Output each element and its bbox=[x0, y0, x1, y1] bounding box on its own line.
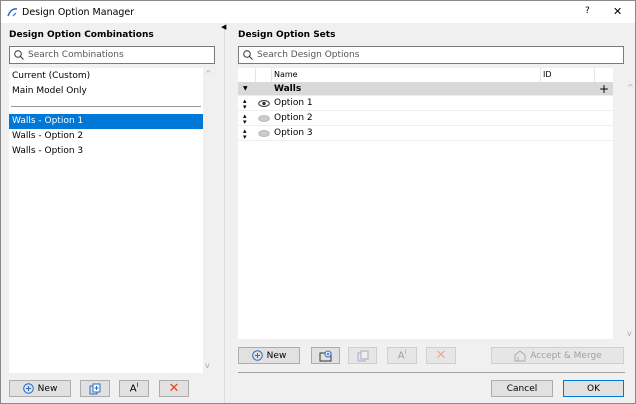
delete-button[interactable]: ✕ bbox=[426, 347, 456, 364]
rename-button[interactable]: AI bbox=[119, 380, 149, 397]
scroll-up-icon[interactable]: ^ bbox=[627, 83, 634, 92]
panel-splitter[interactable] bbox=[224, 23, 225, 403]
new-set-button[interactable] bbox=[311, 347, 340, 364]
cancel-button[interactable]: Cancel bbox=[491, 380, 553, 397]
new-combination-button[interactable]: New bbox=[9, 380, 71, 397]
eye-hidden-icon[interactable] bbox=[258, 115, 270, 122]
plus-circle-icon bbox=[22, 383, 34, 394]
option-row[interactable]: ▴ ▾ Option 2 bbox=[238, 111, 613, 126]
window-title: Design Option Manager bbox=[22, 6, 135, 18]
close-button[interactable]: ✕ bbox=[613, 5, 622, 18]
rename-icon: AI bbox=[397, 349, 407, 362]
combinations-list[interactable]: Current (Custom) Main Model Only Walls -… bbox=[9, 68, 203, 373]
option-sets-table[interactable]: Name ID ▼ Walls + ▴ ▾ Option 1 ▴ ▾ Option … bbox=[238, 68, 613, 339]
list-item-selected[interactable]: Walls - Option 1 bbox=[9, 114, 203, 129]
delete-icon: ✕ bbox=[435, 348, 447, 363]
divider bbox=[11, 106, 201, 107]
search-icon bbox=[14, 50, 24, 60]
combinations-heading: Design Option Combinations bbox=[9, 30, 154, 40]
option-sets-heading: Design Option Sets bbox=[238, 30, 336, 40]
search-design-options-input[interactable]: Search Design Options bbox=[238, 46, 624, 64]
ok-button[interactable]: OK bbox=[563, 380, 624, 397]
duplicate-icon bbox=[357, 350, 368, 361]
title-bar: Design Option Manager ? ✕ bbox=[1, 1, 635, 23]
duplicate-icon bbox=[89, 383, 101, 394]
list-item[interactable]: Current (Custom) bbox=[9, 69, 203, 84]
delete-icon: ✕ bbox=[168, 381, 180, 396]
column-id[interactable]: ID bbox=[543, 68, 552, 82]
list-item[interactable]: Walls - Option 2 bbox=[9, 129, 203, 144]
divider bbox=[238, 372, 625, 373]
dialog-window: Design Option Manager ? ✕ Design Option … bbox=[0, 0, 636, 404]
collapse-arrow-icon[interactable]: ◀ bbox=[221, 23, 226, 31]
option-set-row[interactable]: ▼ Walls + bbox=[238, 82, 613, 96]
add-option-icon[interactable]: + bbox=[599, 82, 609, 96]
new-option-button[interactable]: New bbox=[238, 347, 300, 364]
scroll-down-icon[interactable]: v bbox=[205, 361, 210, 370]
delete-button[interactable]: ✕ bbox=[159, 380, 189, 397]
merge-icon bbox=[514, 349, 526, 361]
help-button[interactable]: ? bbox=[585, 6, 590, 16]
rename-button[interactable]: AI bbox=[387, 347, 417, 364]
column-name[interactable]: Name bbox=[274, 68, 298, 82]
eye-visible-icon[interactable] bbox=[258, 100, 270, 107]
duplicate-button[interactable] bbox=[80, 380, 110, 397]
eye-hidden-icon[interactable] bbox=[258, 130, 270, 137]
search-combinations-input[interactable]: Search Combinations bbox=[9, 46, 215, 64]
list-item[interactable]: Walls - Option 3 bbox=[9, 144, 203, 159]
scroll-down-icon[interactable]: v bbox=[627, 329, 632, 338]
option-row[interactable]: ▴ ▾ Option 3 bbox=[238, 126, 613, 141]
reorder-icon[interactable]: ▴ ▾ bbox=[243, 98, 247, 111]
reorder-icon[interactable]: ▴ ▾ bbox=[243, 113, 247, 126]
option-row[interactable]: ▴ ▾ Option 1 bbox=[238, 96, 613, 111]
search-icon bbox=[243, 50, 253, 60]
list-item[interactable]: Main Model Only bbox=[9, 84, 203, 99]
scroll-up-icon[interactable]: ^ bbox=[205, 69, 212, 78]
duplicate-button[interactable] bbox=[348, 347, 377, 364]
plus-circle-icon bbox=[251, 350, 263, 361]
new-set-icon bbox=[319, 350, 331, 361]
app-logo-icon bbox=[7, 8, 18, 17]
table-header: Name ID bbox=[238, 68, 613, 82]
reorder-icon[interactable]: ▴ ▾ bbox=[243, 128, 247, 141]
rename-icon: AI bbox=[129, 382, 139, 395]
collapse-icon[interactable]: ▼ bbox=[243, 82, 248, 96]
accept-merge-button[interactable]: Accept & Merge bbox=[491, 347, 624, 364]
